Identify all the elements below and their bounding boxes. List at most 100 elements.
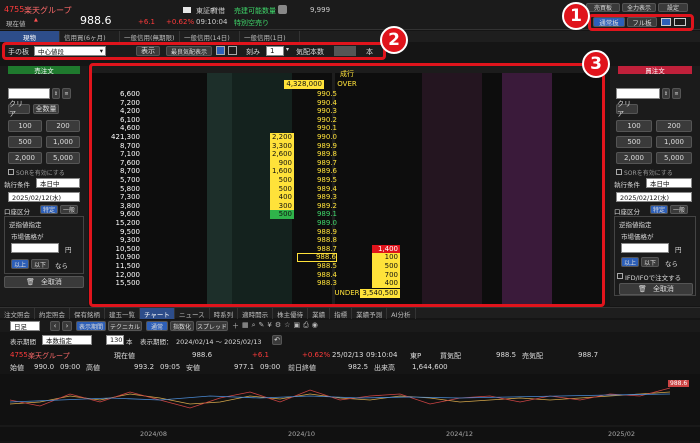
tab-timeseries[interactable]: 時系列 bbox=[210, 308, 239, 319]
tab-execution-inquiry[interactable]: 約定照会 bbox=[35, 308, 70, 319]
sell-clear-button[interactable]: クリア bbox=[8, 100, 30, 118]
settings-button[interactable]: 設定 bbox=[658, 3, 688, 12]
price-spinner-icon[interactable]: ⇕ bbox=[52, 88, 60, 99]
tab-benefits[interactable]: 株主優待 bbox=[273, 308, 309, 319]
sell-below-button[interactable]: 以下 bbox=[31, 259, 49, 269]
price-menu-icon[interactable]: ≡ bbox=[62, 88, 71, 99]
buy-price-input[interactable] bbox=[616, 88, 660, 99]
volume-label: 出来高 bbox=[374, 364, 395, 372]
buy-above-button[interactable]: 以上 bbox=[621, 257, 639, 267]
chevron-left-icon[interactable]: ‹ bbox=[50, 321, 60, 331]
sell-sor-checkbox[interactable] bbox=[8, 169, 14, 175]
callout-1: 1 bbox=[562, 2, 590, 30]
refresh-icon[interactable] bbox=[278, 5, 287, 14]
tab-general-14d[interactable]: 一般信用(14日) bbox=[180, 31, 240, 42]
tab-general-unlimited[interactable]: 一般信用(無期限) bbox=[120, 31, 180, 42]
star-icon[interactable]: ☆ bbox=[284, 321, 290, 331]
sell-qty-1000[interactable]: 1,000 bbox=[46, 136, 80, 148]
tab-cash[interactable]: 現物 bbox=[0, 31, 60, 42]
buy-account-specific[interactable]: 特定 bbox=[650, 205, 668, 214]
index-button[interactable]: 指数化 bbox=[170, 321, 194, 331]
sell-exec-select[interactable]: 本日中 bbox=[36, 178, 80, 188]
tab-disclosure[interactable]: 適時開示 bbox=[238, 308, 274, 319]
sell-qty-100[interactable]: 100 bbox=[8, 120, 42, 132]
sell-panel-title: 売注文 bbox=[8, 66, 80, 75]
buy-exec-select[interactable]: 本日中 bbox=[646, 178, 692, 188]
sell-qty-200[interactable]: 200 bbox=[46, 120, 80, 132]
buy-cancel-all-button[interactable]: 🗑 全取消 bbox=[619, 283, 693, 295]
sell-cancel-all-button[interactable]: 🗑 全取消 bbox=[4, 276, 84, 288]
normal-button[interactable]: 通常 bbox=[146, 321, 168, 331]
callout-box-3 bbox=[89, 63, 605, 307]
buy-qty-1000[interactable]: 1,000 bbox=[656, 136, 692, 148]
callout-2: 2 bbox=[380, 26, 408, 54]
yen-icon[interactable]: ¥ bbox=[267, 321, 271, 331]
price-chart[interactable]: 988.6 2024/08 2024/10 2024/12 2025/02 bbox=[0, 374, 700, 441]
zoom-icon[interactable]: ⌕ bbox=[252, 321, 256, 331]
sell-all-qty-button[interactable]: 全数量 bbox=[33, 104, 59, 114]
sell-reverse-box: 逆指値指定 市場価格が 円 以上 以下 なら bbox=[4, 216, 84, 274]
period-select[interactable]: 日足 bbox=[10, 321, 40, 331]
spread-button[interactable]: スプレッド bbox=[196, 321, 228, 331]
stock-name: 楽天グループ bbox=[24, 6, 72, 15]
sell-above-button[interactable]: 以上 bbox=[11, 259, 29, 269]
period-range-value: 2024/02/14 〜 2025/02/13 bbox=[176, 338, 262, 346]
chart-period-row: 表示期間 本数指定 130 本 表示期間： 2024/02/14 〜 2025/… bbox=[0, 334, 700, 346]
buy-menu-icon[interactable]: ≡ bbox=[672, 88, 681, 99]
tab-general-1d[interactable]: 一般信用(1日) bbox=[240, 31, 300, 42]
save-icon[interactable]: ▣ bbox=[293, 321, 300, 331]
grid-icon[interactable]: ▦ bbox=[242, 321, 249, 331]
tab-ai-analysis[interactable]: AI分析 bbox=[387, 308, 416, 319]
buy-qty-500[interactable]: 500 bbox=[616, 136, 652, 148]
sell-qty-500[interactable]: 500 bbox=[8, 136, 42, 148]
buy-trigger-input[interactable] bbox=[621, 243, 669, 253]
buy-date-select[interactable]: 2025/02/12(水) bbox=[616, 192, 692, 202]
bar-count-input[interactable]: 130 bbox=[106, 335, 124, 345]
buy-qty-200[interactable]: 200 bbox=[656, 120, 692, 132]
now-label: 現在値 bbox=[6, 20, 26, 28]
ifd-checkbox[interactable] bbox=[617, 273, 623, 279]
buy-spinner-icon[interactable]: ⇕ bbox=[662, 88, 670, 99]
tab-order-inquiry[interactable]: 注文照会 bbox=[0, 308, 35, 319]
market-flag-icon bbox=[183, 7, 191, 13]
tab-earnings[interactable]: 業績 bbox=[308, 308, 331, 319]
buy-sor-checkbox[interactable] bbox=[616, 169, 622, 175]
sell-account-label: 口座区分 bbox=[4, 208, 30, 216]
sell-account-specific[interactable]: 特定 bbox=[40, 205, 58, 214]
tab-news[interactable]: ニュース bbox=[175, 308, 210, 319]
chart-range-button[interactable]: 表示期間 bbox=[76, 321, 106, 331]
tab-chart[interactable]: チャート bbox=[140, 308, 175, 319]
settings-icon[interactable]: ⚙ bbox=[275, 321, 281, 331]
sell-date-select[interactable]: 2025/02/12(水) bbox=[8, 192, 80, 202]
sell-price-input[interactable] bbox=[8, 88, 50, 99]
print-icon[interactable]: ⎙ bbox=[303, 321, 309, 331]
buy-qty-5000[interactable]: 5,000 bbox=[656, 152, 692, 164]
ask-label: 売気配 bbox=[522, 352, 543, 360]
tab-positions[interactable]: 建玉一覧 bbox=[105, 308, 140, 319]
plus-icon[interactable]: ＋ bbox=[232, 321, 239, 331]
tab-holdings[interactable]: 保有銘柄 bbox=[70, 308, 105, 319]
tab-forecast[interactable]: 業績予測 bbox=[352, 308, 388, 319]
tab-indicators[interactable]: 指標 bbox=[330, 308, 353, 319]
technical-button[interactable]: テクニカル bbox=[108, 321, 142, 331]
buy-account-general[interactable]: 一般 bbox=[670, 205, 688, 214]
volume-value: 1,644,600 bbox=[412, 363, 448, 371]
tab-margin-6m[interactable]: 信用買(6ヶ月) bbox=[60, 31, 120, 42]
sell-account-general[interactable]: 一般 bbox=[60, 205, 78, 214]
buy-qty-2000[interactable]: 2,000 bbox=[616, 152, 652, 164]
sell-qty-5000[interactable]: 5,000 bbox=[46, 152, 80, 164]
camera-icon[interactable]: ◉ bbox=[312, 321, 318, 331]
open-value: 990.0 bbox=[34, 363, 55, 371]
sell-trigger-input[interactable] bbox=[11, 243, 59, 253]
board-order-button[interactable]: 売買板 bbox=[586, 3, 620, 12]
period-range-label: 表示期間： bbox=[140, 338, 173, 346]
sell-qty-2000[interactable]: 2,000 bbox=[8, 152, 42, 164]
buy-qty-100[interactable]: 100 bbox=[616, 120, 652, 132]
full-display-button[interactable]: 全力表示 bbox=[622, 3, 656, 12]
chevron-right-icon[interactable]: › bbox=[62, 321, 72, 331]
buy-below-button[interactable]: 以下 bbox=[641, 257, 659, 267]
range-mode-select[interactable]: 本数指定 bbox=[42, 335, 92, 345]
undo-icon[interactable]: ↶ bbox=[272, 335, 282, 345]
pen-icon[interactable]: ✎ bbox=[259, 321, 265, 331]
buy-clear-button[interactable]: クリア bbox=[616, 100, 638, 118]
